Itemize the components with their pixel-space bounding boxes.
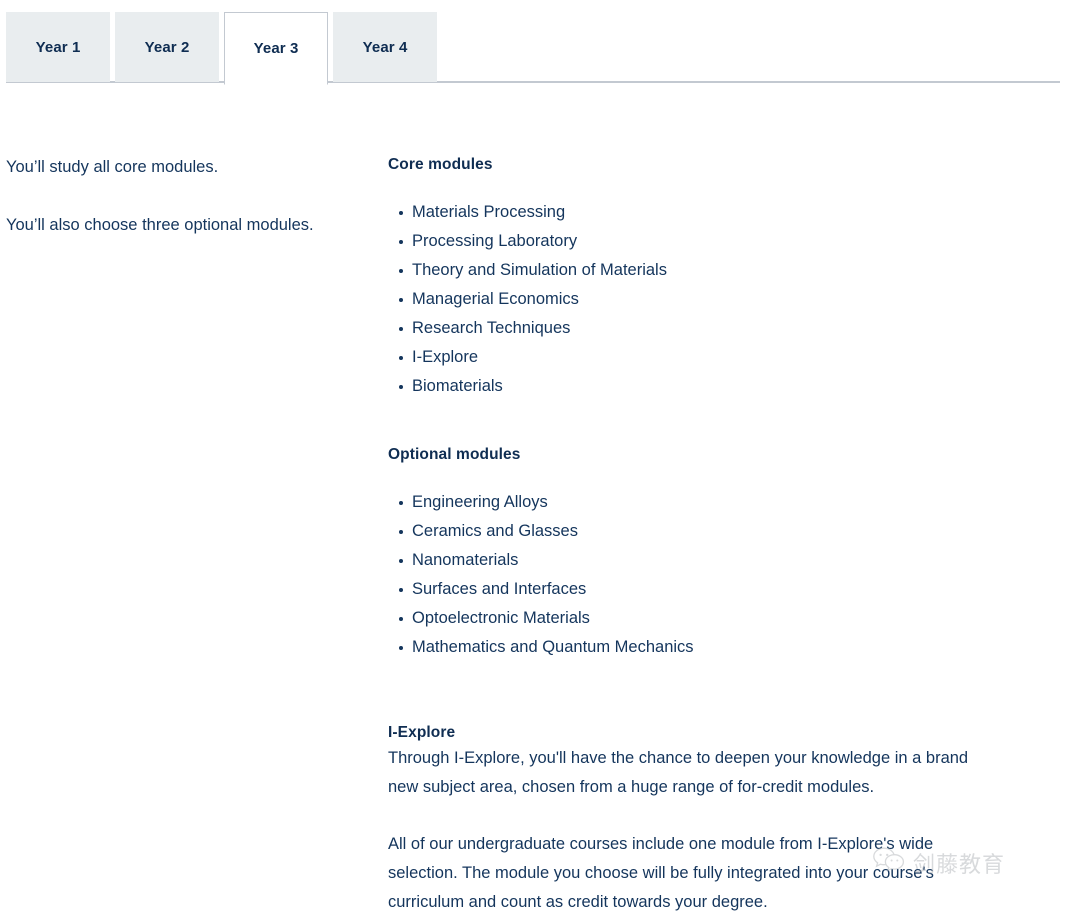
core-modules-list: Materials Processing Processing Laborato… [388,198,988,401]
core-modules-block: Core modules Materials Processing Proces… [388,156,988,401]
list-item: I-Explore [388,343,988,372]
list-item: Mathematics and Quantum Mechanics [388,633,988,662]
tab-list: Year 1 Year 2 Year 3 Year 4 [6,12,437,85]
core-modules-heading: Core modules [388,156,493,173]
modules-column: Core modules Materials Processing Proces… [388,156,988,917]
iexplore-paragraph-2: All of our undergraduate courses include… [388,835,934,911]
list-item: Processing Laboratory [388,227,988,256]
list-item: Ceramics and Glasses [388,517,988,546]
list-item: Engineering Alloys [388,488,988,517]
optional-modules-heading: Optional modules [388,446,521,463]
tab-year-2[interactable]: Year 2 [115,12,219,82]
list-item: Biomaterials [388,372,988,401]
tab-year-4-label: Year 4 [362,38,408,56]
optional-modules-block: Optional modules Engineering Alloys Cera… [388,446,988,662]
tab-year-2-label: Year 2 [144,38,190,56]
list-item: Managerial Economics [388,285,988,314]
year-tab-bar: Year 1 Year 2 Year 3 Year 4 [0,0,1068,85]
tab-year-1[interactable]: Year 1 [6,12,110,82]
list-item: Surfaces and Interfaces [388,575,988,604]
summary-line-optional: You’ll also choose three optional module… [6,215,314,234]
iexplore-paragraph-1: Through I-Explore, you'll have the chanc… [388,749,969,796]
tab-year-4[interactable]: Year 4 [333,12,437,82]
tab-year-3-label: Year 3 [253,40,299,57]
optional-modules-list: Engineering Alloys Ceramics and Glasses … [388,488,988,662]
list-item: Nanomaterials [388,546,988,575]
list-item: Optoelectronic Materials [388,604,988,633]
summary-line-core: You’ll study all core modules. [6,158,219,176]
list-item: Theory and Simulation of Materials [388,256,988,285]
iexplore-block: I-Explore Through I-Explore, you'll have… [388,724,988,917]
iexplore-heading: I-Explore [388,724,456,741]
list-item: Materials Processing [388,198,988,227]
tab-year-3[interactable]: Year 3 [224,12,328,85]
summary-column: You’ll study all core modules. You’ll al… [6,156,376,238]
list-item: Research Techniques [388,314,988,343]
tab-year-1-label: Year 1 [35,38,81,56]
